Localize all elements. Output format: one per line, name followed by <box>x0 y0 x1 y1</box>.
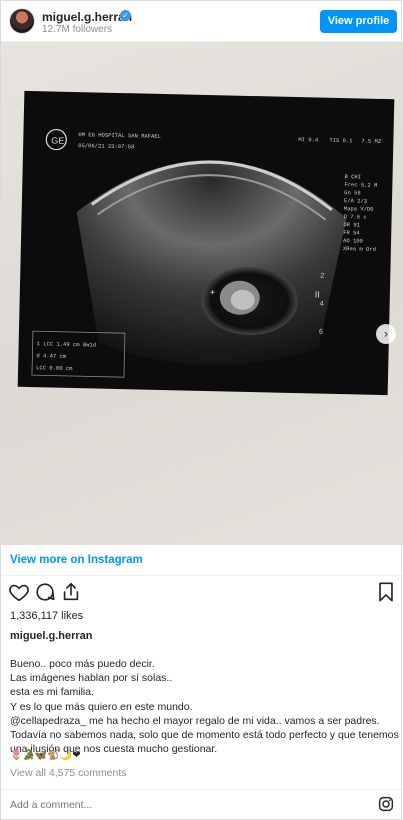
ultrasound-print: GE HM EG HOSPITAL SAN RAFAEL 05/06/21 23… <box>17 90 395 396</box>
follower-count: 12.7M followers <box>42 24 113 35</box>
scan-param: B CHI <box>344 173 361 180</box>
chevron-right-icon: › <box>383 327 389 341</box>
avatar[interactable] <box>9 8 35 34</box>
view-more-on-instagram-link[interactable]: View more on Instagram <box>10 554 143 566</box>
scan-hospital-text: HM EG HOSPITAL SAN RAFAEL <box>78 131 161 140</box>
view-profile-button[interactable]: View profile <box>320 10 397 33</box>
scan-measure-row: d 4.47 cm <box>36 352 67 360</box>
scan-param: AO 100 <box>343 237 363 244</box>
caption-line: esta es mi familia. <box>10 686 95 699</box>
svg-text:4: 4 <box>320 301 324 308</box>
post-header: miguel.g.herran ✓ 12.7M followers View p… <box>1 1 401 41</box>
heart-icon[interactable] <box>8 581 30 605</box>
scan-readout-2: 7.5 MZ <box>361 137 382 144</box>
caption-line: Las imágenes hablan por sí solas.. <box>10 672 173 685</box>
svg-text:2: 2 <box>320 273 324 280</box>
caption-emojis: 🌷🐊🦋🐒🌙❤ <box>10 750 81 761</box>
post-media[interactable]: GE HM EG HOSPITAL SAN RAFAEL 05/06/21 23… <box>1 42 403 545</box>
scan-param: E/A 2/3 <box>344 197 367 205</box>
next-slide-button[interactable]: › <box>376 324 396 344</box>
like-count[interactable]: 1,336,117 likes <box>10 610 83 622</box>
header-username[interactable]: miguel.g.herran <box>42 10 132 24</box>
instagram-embed-card: miguel.g.herran ✓ 12.7M followers View p… <box>0 0 403 820</box>
scan-param: XBea m Ord <box>343 245 376 253</box>
svg-text:+: + <box>210 287 215 297</box>
scan-date-text: 05/06/21 23:07:58 <box>78 142 134 150</box>
scan-readout-0: MI 0.4 <box>298 136 319 143</box>
caption-username[interactable]: miguel.g.herran <box>10 630 93 642</box>
bookmark-icon[interactable] <box>375 581 397 605</box>
scan-param: Frec 5.2 M <box>344 181 377 189</box>
share-icon[interactable] <box>60 581 82 605</box>
post-caption: Bueno.. poco más puedo decir. Las imágen… <box>10 657 399 756</box>
svg-text:6: 6 <box>319 329 323 336</box>
scan-measure-row: 1 LCC 1.49 cm 8w1d <box>37 340 97 348</box>
caption-line: @cellapedraza_ me ha hecho el mayor rega… <box>10 714 380 727</box>
instagram-logo-icon[interactable] <box>378 796 394 812</box>
media-divider <box>1 575 403 576</box>
ultrasound-scan-image: GE HM EG HOSPITAL SAN RAFAEL 05/06/21 23… <box>31 128 382 378</box>
scan-measure-row: LCC 0.00 cm <box>36 364 73 372</box>
comment-divider <box>1 789 403 790</box>
scan-param: FR 54 <box>343 229 360 236</box>
action-bar <box>1 581 401 607</box>
scan-param: Gn 58 <box>344 189 361 196</box>
caption-line: Y es lo que más quiero en este mundo. <box>10 700 193 713</box>
caption-line: Todavía no sabemos nada, solo que de mom… <box>10 729 399 742</box>
add-comment-input[interactable] <box>10 799 310 811</box>
verified-badge-icon: ✓ <box>120 10 131 21</box>
scan-param: Mapa V/D0 <box>344 205 374 213</box>
svg-text:GE: GE <box>51 135 64 145</box>
svg-text:II: II <box>315 289 320 299</box>
scan-readout-1: TIS 0.1 <box>329 137 353 145</box>
view-all-comments-link[interactable]: View all 4,575 comments <box>10 767 127 779</box>
caption-line: Bueno.. poco más puedo decir. <box>10 658 155 670</box>
scan-param: DR 91 <box>343 221 360 228</box>
comment-icon[interactable] <box>34 581 56 605</box>
scan-param: D 7.6 c <box>344 213 367 221</box>
